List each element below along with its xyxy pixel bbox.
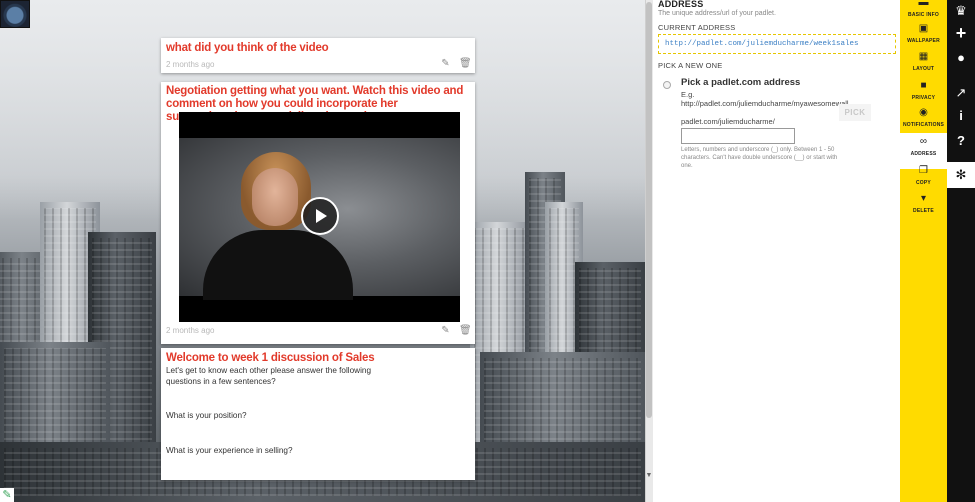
edit-icon[interactable]: ✎ — [440, 58, 451, 69]
post-body-text: What is your position? — [166, 411, 247, 420]
info-icon[interactable]: i — [947, 103, 975, 129]
wallpaper-icon: ▣ — [918, 23, 929, 34]
address-hint: Letters, numbers and underscore (_) only… — [681, 147, 838, 169]
wall-avatar[interactable] — [0, 0, 30, 28]
tab-label: BASIC INFO — [908, 12, 939, 18]
example-label: E.g. — [681, 90, 695, 99]
plus-icon[interactable]: + — [947, 20, 975, 46]
tab-label: ADDRESS — [910, 151, 937, 157]
gear-icon[interactable]: ✻ — [947, 162, 975, 188]
settings-tabs: ▬ BASIC INFO ▣ WALLPAPER ▦ LAYOUT ■ PRIV… — [900, 0, 947, 502]
tab-label: COPY — [916, 180, 931, 186]
wall-scrollbar-thumb[interactable] — [646, 2, 652, 418]
video-player[interactable] — [179, 112, 460, 322]
example-url: http://padlet.com/juliemducharme/myaweso… — [681, 99, 849, 108]
lock-icon: ■ — [920, 80, 927, 91]
play-button[interactable] — [301, 197, 339, 235]
current-address-label: CURRENT ADDRESS — [658, 23, 736, 32]
padlet-logo-icon[interactable]: ✎ — [0, 488, 14, 502]
scroll-down-icon[interactable]: ▼ — [645, 472, 653, 482]
current-address-url[interactable]: http://padlet.com/juliemducharme/week1sa… — [658, 34, 896, 54]
post-card[interactable]: Welcome to week 1 discussion of Sales Le… — [161, 348, 475, 480]
tab-label: WALLPAPER — [907, 38, 940, 44]
trash-icon[interactable]: 🗑 — [459, 325, 472, 336]
pick-button[interactable]: PICK — [839, 104, 871, 121]
padlet-wall: ✎ what did you think of the video 2 mont… — [0, 0, 645, 502]
eye-icon: ◉ — [919, 107, 928, 118]
tab-label: LAYOUT — [912, 66, 935, 72]
tab-delete[interactable]: ▾ DELETE — [900, 190, 947, 226]
post-timestamp: 2 months ago — [166, 326, 215, 335]
tab-label: NOTIFICATIONS — [902, 122, 945, 128]
post-card[interactable]: what did you think of the video 2 months… — [161, 38, 475, 73]
link-icon: ∞ — [919, 136, 928, 147]
post-title: Welcome to week 1 discussion of Sales — [166, 352, 375, 364]
address-option-radio[interactable] — [663, 81, 671, 89]
address-prefix: padlet.com/juliemducharme/ — [681, 117, 775, 126]
post-body-text: What is your experience in selling? — [166, 446, 293, 455]
post-card[interactable]: Negotiation getting what you want. Watch… — [161, 82, 475, 344]
address-slug-input[interactable] — [681, 128, 795, 144]
post-timestamp: 2 months ago — [166, 60, 215, 69]
edit-icon[interactable]: ✎ — [440, 325, 451, 336]
copy-icon: ❐ — [919, 165, 928, 176]
layout-icon: ▦ — [918, 51, 929, 62]
tab-label: DELETE — [913, 208, 934, 214]
help-icon[interactable]: ? — [947, 128, 975, 154]
panel-heading: ADDRESS — [658, 0, 704, 9]
post-body-text: Let's get to know each other please answ… — [166, 366, 372, 386]
tab-label: PRIVACY — [911, 95, 936, 101]
address-option-title: Pick a padlet.com address — [681, 77, 801, 88]
settings-panel: ADDRESS The unique address/url of your p… — [653, 0, 900, 502]
trash-icon[interactable]: 🗑 — [459, 58, 472, 69]
trash-icon: ▾ — [920, 193, 927, 204]
post-title: what did you think of the video — [166, 42, 329, 54]
user-icon[interactable]: ● — [947, 45, 975, 71]
basic-info-icon: ▬ — [918, 0, 929, 8]
pick-new-label: PICK A NEW ONE — [658, 61, 723, 70]
panel-subtitle: The unique address/url of your padlet. — [658, 10, 776, 17]
action-rail: ♛ + ● ↗ i ? ✻ — [947, 0, 975, 502]
